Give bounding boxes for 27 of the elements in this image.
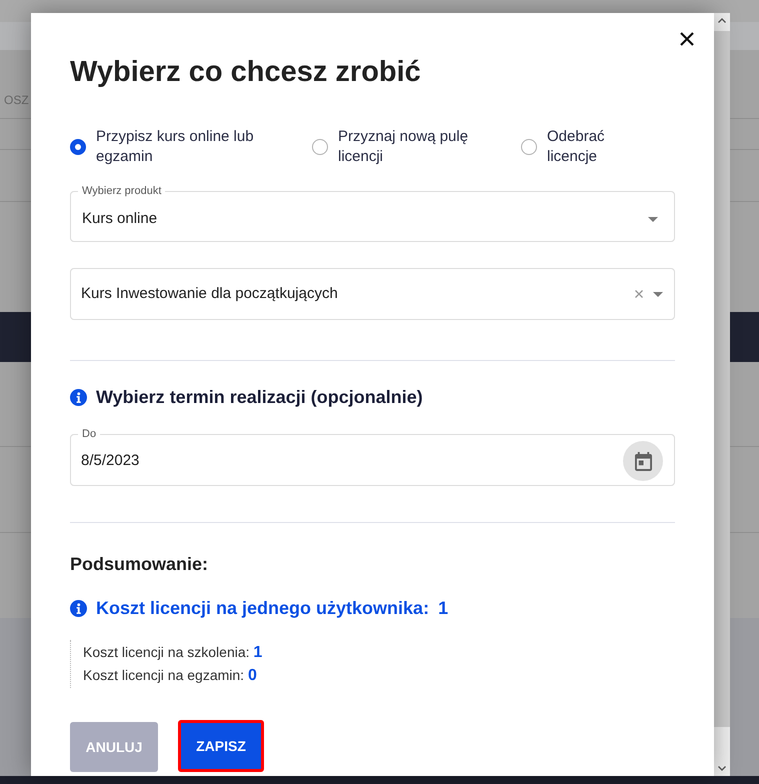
dropdown-caret-icon [653, 292, 663, 296]
select-value: Kurs online [82, 209, 158, 230]
date-value: 8/5/2023 [81, 450, 140, 471]
field-label: Wybierz produkt [78, 184, 166, 198]
summary-total: Koszt licencji na jednego użytkownika: 1 [96, 597, 448, 620]
dialog-title: Wybierz co chcesz zrobić [70, 55, 421, 89]
summary-line: Koszt licencji na egzamin: 0 [83, 666, 257, 686]
scroll-up-icon[interactable] [718, 18, 726, 23]
save-button[interactable]: ZAPISZ [178, 720, 264, 772]
calendar-button[interactable] [623, 441, 663, 481]
dropdown-caret-icon [648, 217, 658, 222]
close-icon [680, 32, 694, 46]
summary-line: Koszt licencji na szkolenia: 1 [83, 643, 262, 663]
column-heading: OSZ [4, 93, 29, 107]
summary-heading: Podsumowanie: [70, 553, 208, 576]
radio-option[interactable]: Odebrać licencje [521, 127, 627, 167]
radio-option[interactable]: Przypisz kurs online lub egzamin [70, 127, 271, 167]
course-select[interactable]: Kurs Inwestowanie dla początkujących [70, 268, 675, 320]
clear-icon[interactable] [635, 290, 643, 298]
scroll-down-icon[interactable] [718, 766, 726, 771]
info-icon [70, 388, 87, 406]
close-button[interactable] [679, 31, 695, 47]
radio-option[interactable]: Przyznaj nową pulę licencji [312, 127, 488, 167]
section-heading: Wybierz termin realizacji (opcjonalnie) [96, 386, 423, 409]
select-value: Kurs Inwestowanie dla początkujących [81, 284, 339, 304]
calendar-icon [634, 452, 652, 470]
info-icon [70, 600, 87, 616]
